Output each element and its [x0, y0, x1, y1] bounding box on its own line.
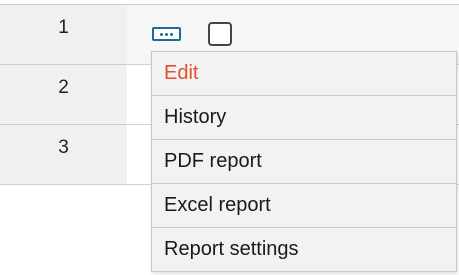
row-number: 3: [0, 125, 127, 184]
menu-item-pdf-report[interactable]: PDF report: [152, 139, 456, 183]
row-number: 2: [0, 65, 127, 124]
row-context-menu: Edit History PDF report Excel report Rep…: [151, 51, 457, 272]
more-horizontal-icon-dot: [165, 32, 168, 36]
menu-item-excel-report[interactable]: Excel report: [152, 183, 456, 227]
menu-item-report-settings[interactable]: Report settings: [152, 227, 456, 271]
menu-item-edit[interactable]: Edit: [152, 52, 456, 95]
row-actions-more-button[interactable]: [152, 27, 181, 41]
more-horizontal-icon: [160, 32, 163, 36]
menu-item-history[interactable]: History: [152, 95, 456, 139]
row-number: 1: [0, 5, 127, 64]
more-horizontal-icon-dot: [170, 32, 173, 36]
row-select-checkbox[interactable]: [208, 22, 232, 46]
